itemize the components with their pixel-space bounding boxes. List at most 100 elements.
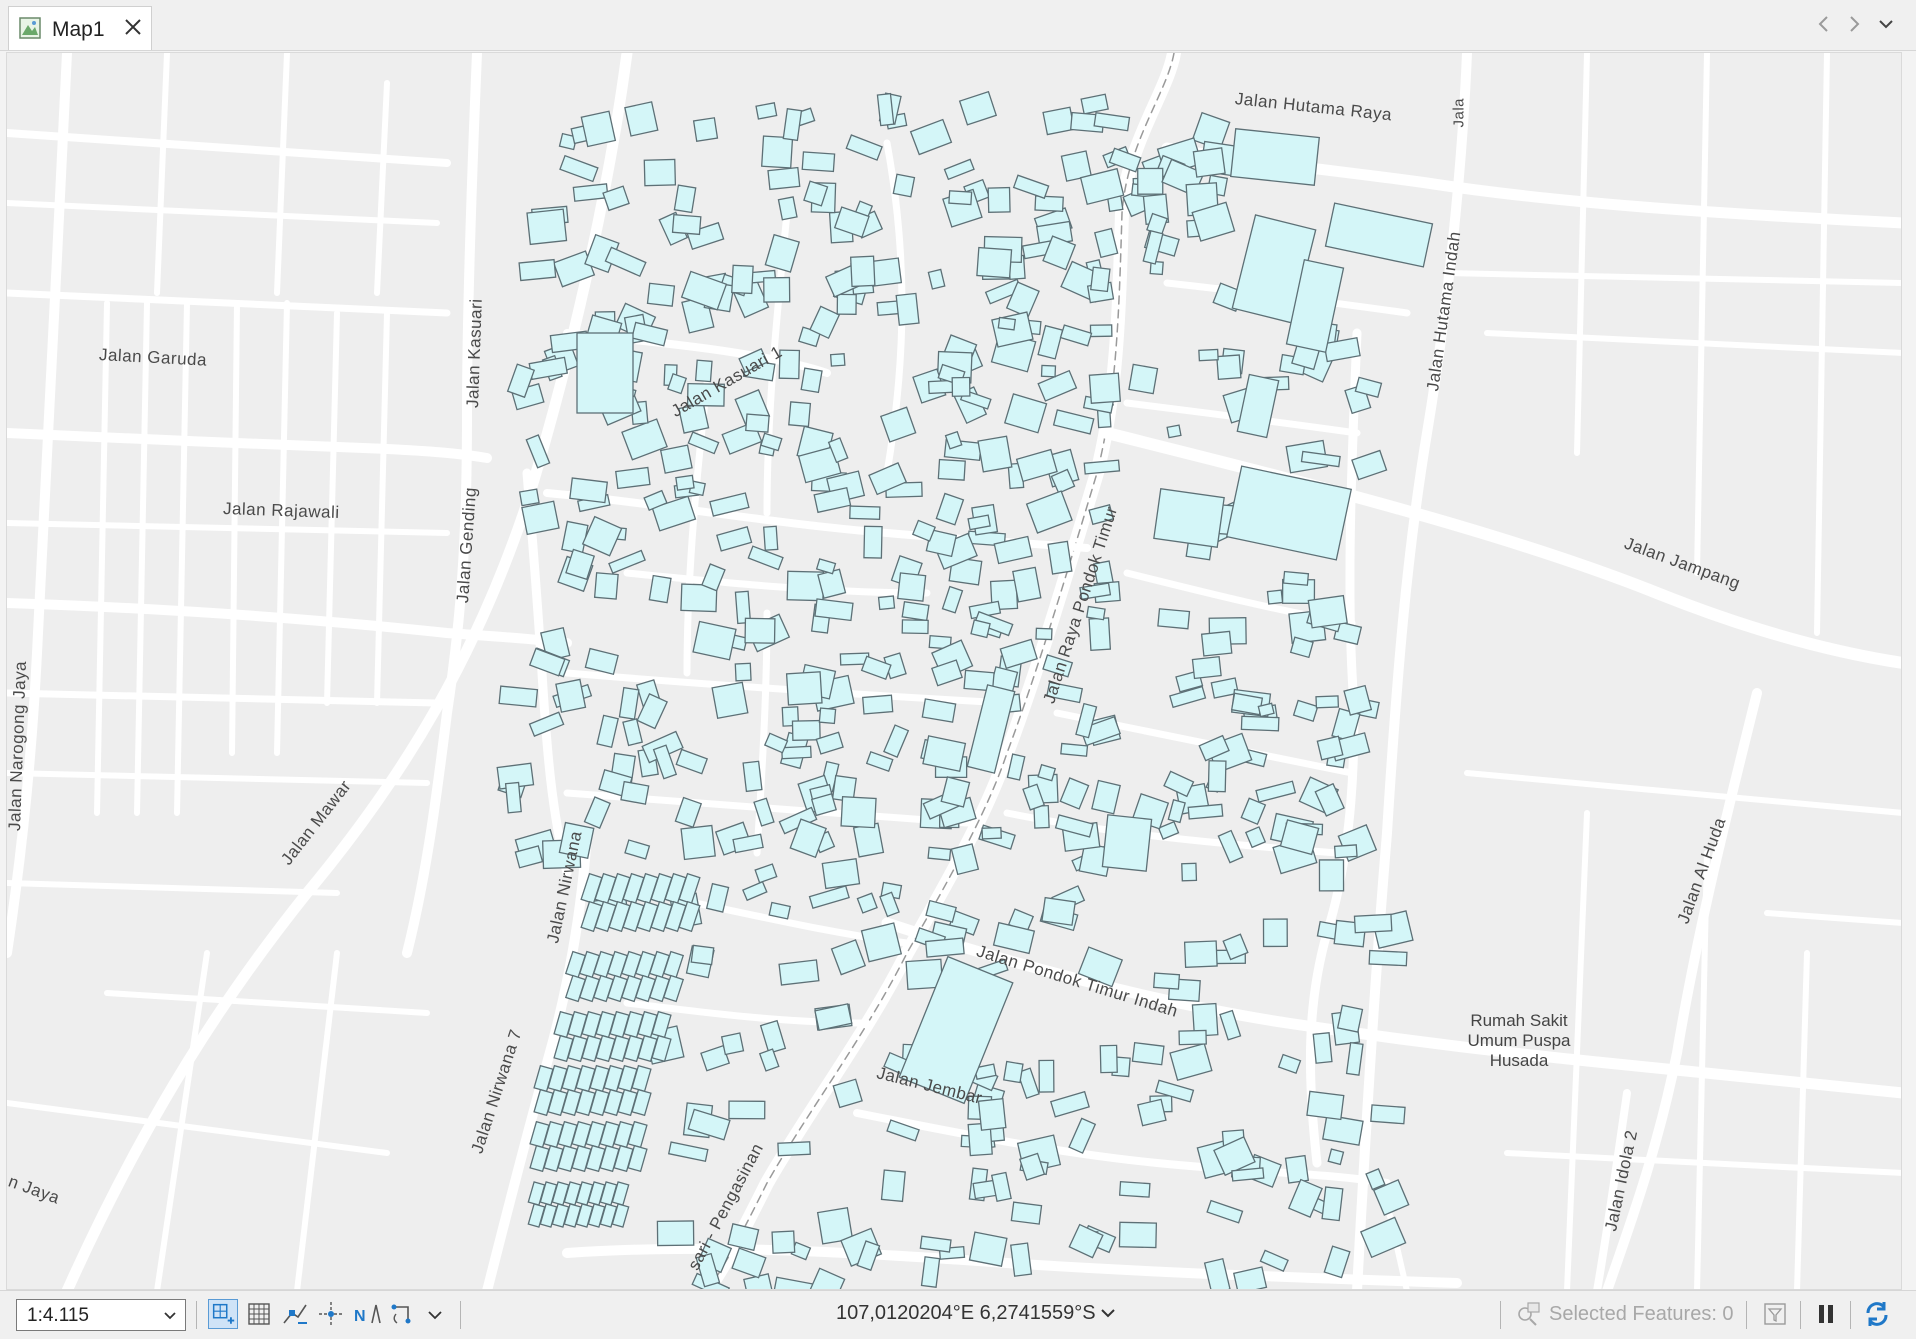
building-footprint[interactable] — [1181, 862, 1198, 882]
building-footprint[interactable] — [656, 1220, 695, 1247]
building-footprint[interactable] — [829, 353, 846, 367]
north-arrow-icon[interactable]: N — [352, 1299, 382, 1329]
building-footprint[interactable] — [785, 671, 823, 706]
building-footprint[interactable] — [1321, 1186, 1344, 1222]
building-footprint[interactable] — [1088, 617, 1112, 651]
building-footprint[interactable] — [745, 413, 770, 433]
building-footprint[interactable] — [1157, 608, 1191, 630]
building-footprint[interactable] — [1060, 742, 1089, 757]
building-footprint[interactable] — [761, 135, 794, 169]
building-footprint[interactable] — [897, 572, 927, 602]
building-footprint[interactable] — [777, 1141, 811, 1157]
building-footprint[interactable] — [1166, 424, 1182, 439]
building-footprint[interactable] — [836, 293, 857, 315]
building-footprint[interactable] — [1230, 128, 1320, 186]
building-footprint[interactable] — [675, 474, 695, 491]
building-footprint[interactable] — [977, 435, 1013, 473]
tab-map1[interactable]: Map1 — [8, 6, 152, 50]
building-footprint[interactable] — [1307, 594, 1348, 629]
building-footprint[interactable] — [767, 166, 801, 191]
building-footprint[interactable] — [671, 213, 702, 236]
building-footprint[interactable] — [728, 1100, 766, 1120]
building-footprint[interactable] — [680, 824, 716, 861]
building-footprint[interactable] — [744, 617, 776, 644]
building-footprint[interactable] — [615, 466, 651, 490]
building-footprint[interactable] — [624, 101, 659, 137]
building-footprint[interactable] — [1035, 627, 1053, 641]
building-footprint[interactable] — [1099, 1044, 1118, 1074]
building-footprint[interactable] — [862, 694, 894, 715]
building-footprint[interactable] — [1315, 695, 1340, 709]
building-footprint[interactable] — [1333, 844, 1358, 859]
building-footprint[interactable] — [895, 292, 920, 326]
snapping-icon[interactable] — [280, 1299, 310, 1329]
building-footprint[interactable] — [1216, 354, 1242, 380]
chevron-right-icon[interactable] — [1842, 12, 1866, 36]
building-footprint[interactable] — [1153, 488, 1225, 548]
building-footprint[interactable] — [504, 781, 522, 814]
building-footprint[interactable] — [1183, 940, 1218, 968]
building-footprint[interactable] — [1034, 195, 1064, 212]
building-footprint[interactable] — [892, 173, 916, 198]
building-footprint[interactable] — [1083, 459, 1121, 475]
building-footprint[interactable] — [860, 922, 903, 963]
building-footprint[interactable] — [1010, 1201, 1043, 1225]
building-footprint[interactable] — [863, 525, 883, 559]
building-footprint[interactable] — [1200, 630, 1233, 657]
building-footprint[interactable] — [1137, 167, 1164, 195]
building-footprint[interactable] — [924, 937, 965, 958]
building-footprint[interactable] — [920, 1256, 941, 1289]
building-footprint[interactable] — [948, 190, 973, 206]
building-footprint[interactable] — [1047, 540, 1073, 575]
building-footprint[interactable] — [814, 598, 854, 622]
building-footprint[interactable] — [1318, 859, 1345, 892]
building-footprint[interactable] — [1353, 913, 1393, 934]
building-footprint[interactable] — [690, 944, 715, 966]
building-footprint[interactable] — [1088, 372, 1122, 404]
building-footprint[interactable] — [901, 600, 930, 622]
building-footprint[interactable] — [1266, 589, 1284, 605]
building-footprint[interactable] — [576, 332, 634, 414]
building-footprint[interactable] — [518, 258, 557, 282]
building-footprint[interactable] — [1118, 1221, 1158, 1249]
building-footprint[interactable] — [1089, 324, 1113, 338]
building-footprint[interactable] — [788, 401, 812, 428]
building-footprint[interactable] — [526, 208, 568, 246]
chevron-left-icon[interactable] — [1812, 12, 1836, 36]
building-footprint[interactable] — [763, 525, 779, 551]
building-footprint[interactable] — [593, 572, 619, 600]
building-footprint[interactable] — [561, 520, 589, 555]
building-footprint[interactable] — [1131, 1041, 1165, 1066]
chevron-down-icon[interactable] — [161, 1306, 179, 1324]
building-footprint[interactable] — [521, 500, 560, 536]
building-footprint[interactable] — [1012, 566, 1042, 603]
building-footprint[interactable] — [646, 282, 676, 307]
building-footprint[interactable] — [781, 745, 812, 760]
building-footprint[interactable] — [849, 255, 876, 288]
building-footprint[interactable] — [1368, 949, 1408, 967]
building-footprint[interactable] — [692, 117, 719, 143]
building-footprint[interactable] — [1041, 896, 1077, 926]
building-footprint[interactable] — [1262, 918, 1288, 948]
building-footprint[interactable] — [673, 184, 697, 214]
building-footprint[interactable] — [981, 826, 1002, 840]
building-footprint[interactable] — [659, 444, 693, 474]
building-footprint[interactable] — [818, 707, 837, 725]
building-footprint[interactable] — [880, 1169, 906, 1203]
building-footprint[interactable] — [720, 1032, 745, 1056]
building-footprint[interactable] — [1040, 364, 1057, 378]
pause-icon[interactable] — [1813, 1301, 1839, 1327]
building-footprint[interactable] — [1002, 1060, 1024, 1084]
building-footprint[interactable] — [569, 477, 609, 504]
refresh-icon[interactable] — [1862, 1299, 1892, 1329]
building-footprint[interactable] — [1370, 1104, 1406, 1125]
building-footprint[interactable] — [580, 110, 617, 148]
building-footprint[interactable] — [801, 151, 836, 173]
building-footprint[interactable] — [777, 196, 798, 221]
building-footprint[interactable] — [742, 760, 763, 793]
chevron-down-icon[interactable] — [1098, 1303, 1118, 1323]
building-footprint[interactable] — [849, 505, 881, 520]
building-footprint[interactable] — [840, 796, 877, 829]
building-footprint[interactable] — [970, 619, 991, 639]
building-footprint[interactable] — [1316, 735, 1344, 761]
